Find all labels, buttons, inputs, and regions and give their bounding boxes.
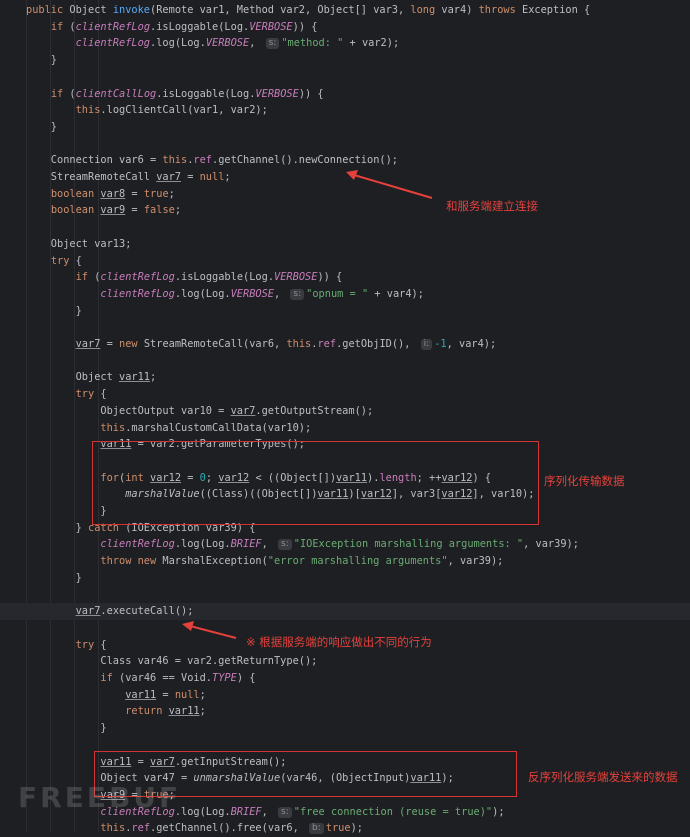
annotation-response: ※ 根据服务端的响应做出不同的行为 — [246, 635, 432, 649]
annotation-deserialize: 反序列化服务端发送来的数据 — [528, 770, 678, 784]
annotation-connect: 和服务端建立连接 — [446, 199, 538, 213]
response-arrow — [189, 625, 237, 639]
connect-arrow — [353, 174, 433, 199]
annotation-arrows — [182, 170, 433, 639]
watermark-logo: FREEBUF — [18, 781, 182, 814]
response-arrowhead — [182, 621, 194, 631]
annotation-serialize: 序列化传输数据 — [544, 474, 625, 488]
